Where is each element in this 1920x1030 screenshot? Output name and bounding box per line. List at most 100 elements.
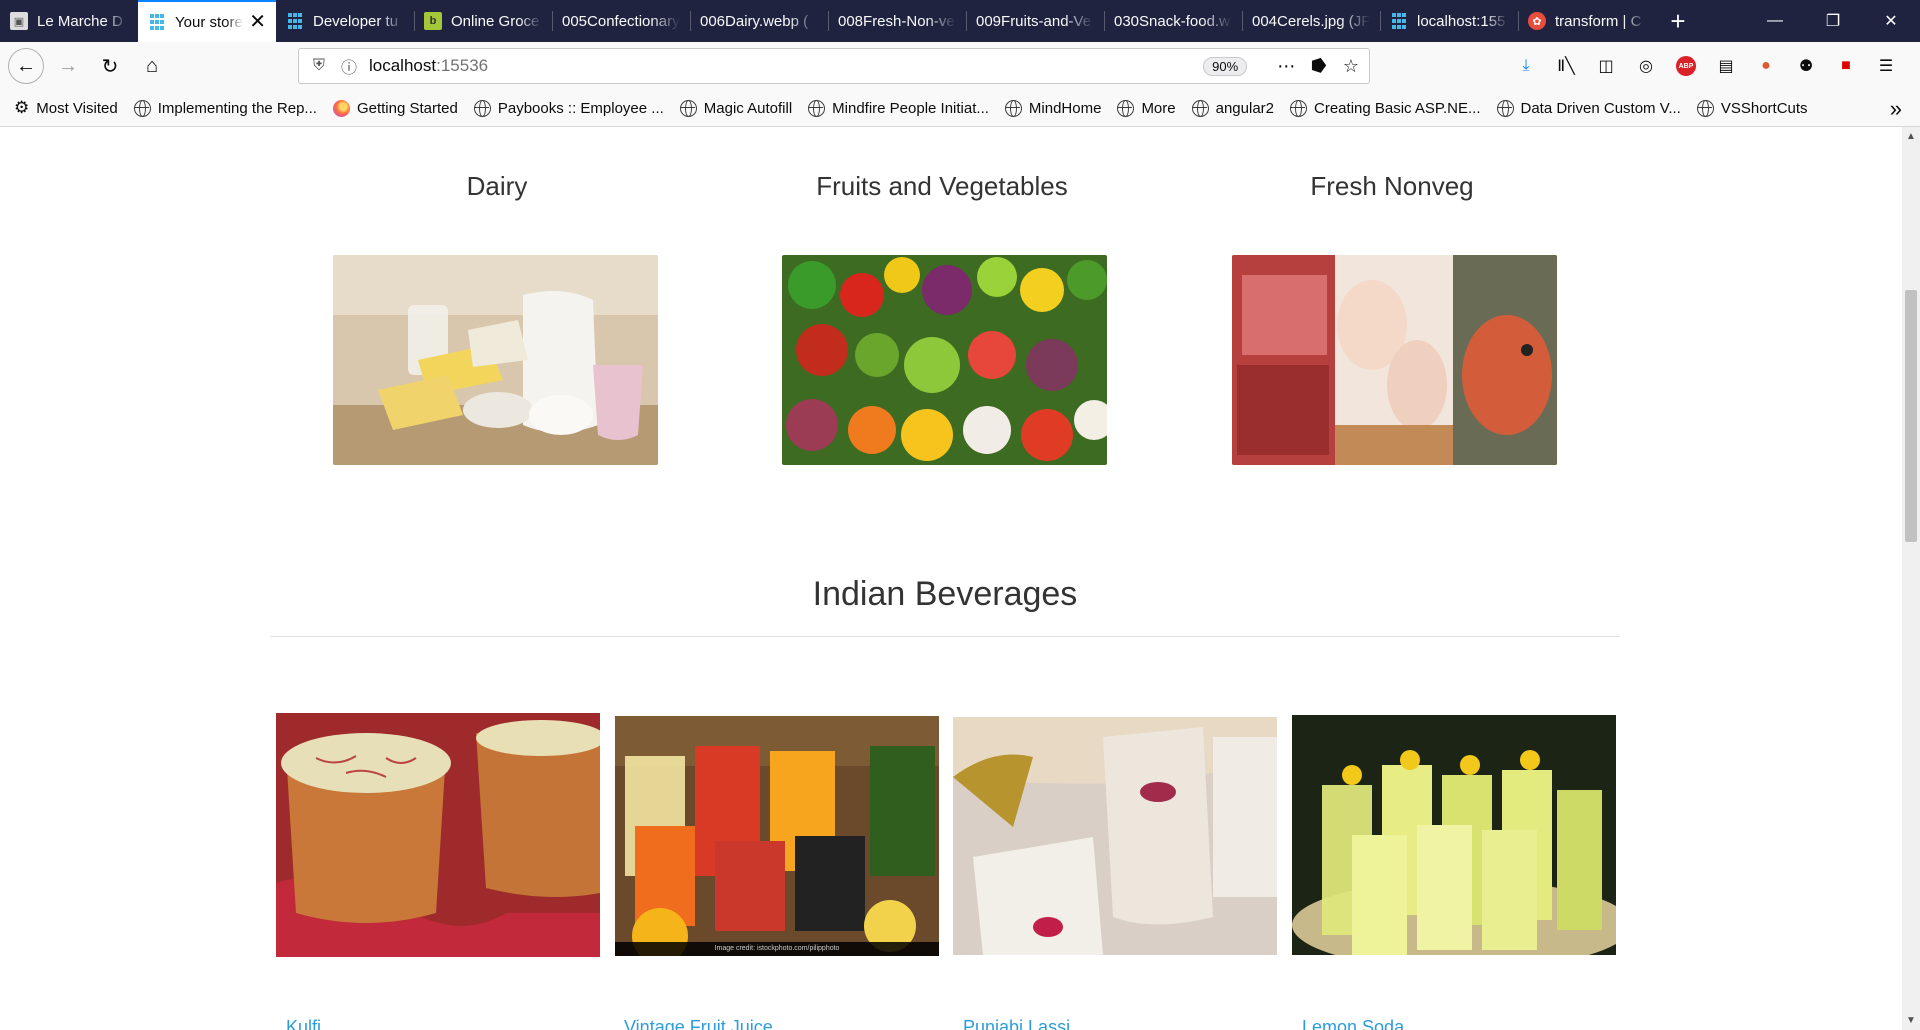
tab-strip: ▣ Le Marche D Your store ✕ Developer tu … [0,0,1920,42]
bookmark-item[interactable]: angular2 [1191,99,1274,117]
browser-tab[interactable]: Developer tu [276,0,414,42]
browser-tab[interactable]: 009Fruits-and-Ve [966,0,1104,42]
browser-tab[interactable]: 005Confectionary [552,0,690,42]
bookmark-item[interactable]: MindHome [1004,99,1101,117]
beverage-name-link[interactable]: Vintage Fruit Juice [624,1017,773,1030]
pocket-icon[interactable]: ⭓ [1311,56,1327,77]
extension-icon[interactable]: ▤ [1706,56,1746,76]
beverage-name-link[interactable]: Punjabi Lassi [963,1017,1070,1030]
back-button[interactable]: ← [8,48,44,84]
lemon-soda-image[interactable] [1292,715,1616,955]
navigation-toolbar: ← → ↻ ⌂ ⛨ ⓘ localhost:15536 90% ⋯ ⭓ ☆ ⤓ … [0,42,1920,90]
duckduckgo-icon[interactable]: ● [1746,57,1786,75]
category-title: Dairy [466,171,528,201]
browser-tab-active[interactable]: Your store ✕ [138,0,276,42]
zoom-indicator[interactable]: 90% [1203,56,1248,76]
bookmark-label: VSShortCuts [1720,99,1808,117]
kulfi-image[interactable] [276,713,600,957]
beverage-name-link[interactable]: Lemon Soda [1302,1017,1404,1030]
browser-tab[interactable]: 004Cerels.jpg (JP [1242,0,1380,42]
download-icon[interactable]: ⤓ [1506,57,1546,75]
extension-dots-icon[interactable]: ⚉ [1786,56,1826,76]
bookmark-item[interactable]: Creating Basic ASP.NE... [1290,99,1481,117]
close-tab-icon[interactable]: ✕ [249,12,266,32]
address-bar[interactable]: ⛨ ⓘ localhost:15536 90% ⋯ ⭓ ☆ [298,48,1370,84]
account-icon[interactable]: ◎ [1626,56,1666,76]
bookmarks-toolbar: ⚙ Most Visited Implementing the Rep... Ge… [0,90,1920,127]
tab-title: transform | C [1555,12,1642,30]
scroll-up-icon[interactable]: ▲ [1906,131,1916,142]
toolbar-right: ⤓ Ⅱ╲ ◫ ◎ ABP ▤ ● ⚉ ■ ☰ [1506,48,1906,84]
grid-icon [286,12,304,30]
restore-icon[interactable]: ❐ [1804,0,1862,42]
dairy-image[interactable] [333,255,658,465]
category-card-fruits-and-vegetables[interactable]: Fruits and Vegetables [717,127,1167,202]
gear-icon: ⚙ [14,98,30,117]
adblock-icon[interactable]: ABP [1666,56,1706,76]
tab-title: 006Dairy.webp ( [700,12,809,30]
scroll-down-icon[interactable]: ▼ [1906,1015,1916,1026]
forward-button[interactable]: → [50,48,86,84]
globe-icon [1117,99,1135,117]
firefox-icon [332,99,350,117]
tab-title: 008Fresh-Non-ve [838,12,955,30]
flower-icon: ✿ [1528,12,1546,30]
url-text[interactable]: localhost:15536 [369,56,1203,76]
url-port: :15536 [436,56,489,75]
bookmarks-overflow-icon[interactable]: » [1890,96,1902,122]
bookmark-item[interactable]: More [1117,99,1176,117]
page-actions-icon[interactable]: ⋯ [1277,56,1295,77]
sidebar-icon[interactable]: ◫ [1586,56,1626,76]
globe-icon [1191,99,1209,117]
info-icon[interactable]: ⓘ [339,56,359,77]
category-card-fresh-nonveg[interactable]: Fresh Nonveg [1167,127,1617,202]
bookmark-item[interactable]: Magic Autofill [679,99,792,117]
bookmark-item[interactable]: VSShortCuts [1696,99,1808,117]
category-title: Fruits and Vegetables [816,171,1068,201]
tab-title: Developer tu [313,12,399,30]
bookmark-item[interactable]: Implementing the Rep... [133,99,317,117]
category-card-dairy[interactable]: Dairy [272,127,722,202]
bookmark-item[interactable]: ⚙ Most Visited [14,98,118,118]
new-tab-button[interactable]: + [1656,0,1700,42]
fresh-nonveg-image[interactable] [1232,255,1557,465]
minimize-icon[interactable]: — [1746,0,1804,42]
bookmark-label: Creating Basic ASP.NE... [1314,99,1481,117]
fruits-and-vegetables-image[interactable] [782,255,1107,465]
tab-title: Le Marche D [37,12,123,30]
beverage-name-link[interactable]: Kulfi [286,1017,321,1030]
browser-tab[interactable]: localhost:155 [1380,0,1518,42]
browser-tab[interactable]: 008Fresh-Non-ve [828,0,966,42]
browser-tab[interactable]: ▣ Le Marche D [0,0,138,42]
bookmark-label: Getting Started [356,99,458,117]
close-window-icon[interactable]: ✕ [1862,0,1920,42]
pdf-extension-icon[interactable]: ■ [1826,57,1866,75]
bookmark-label: More [1141,99,1176,117]
image-credit: Image credit: istockphoto.com/pilipphoto [615,942,939,956]
browser-tab[interactable]: ✿ transform | C [1518,0,1656,42]
tab-title: localhost:155 [1417,12,1506,30]
browser-tab[interactable]: 006Dairy.webp ( [690,0,828,42]
page-scrollbar[interactable]: ▲ ▼ [1902,127,1920,1030]
grid-icon [148,13,166,31]
bb-icon: b [424,12,442,30]
tab-title: 030Snack-food.w [1114,12,1230,30]
shield-icon[interactable]: ⛨ [309,56,329,76]
vintage-fruit-juice-image[interactable]: Image credit: istockphoto.com/pilipphoto [615,716,939,956]
punjabi-lassi-image[interactable] [953,717,1277,955]
bookmark-item[interactable]: Data Driven Custom V... [1496,99,1681,117]
bookmark-item[interactable]: Paybooks :: Employee ... [473,99,664,117]
bookmark-label: Data Driven Custom V... [1520,99,1681,117]
tab-title: Your store [175,13,243,31]
browser-tab[interactable]: 030Snack-food.w [1104,0,1242,42]
home-button[interactable]: ⌂ [134,48,170,84]
bookmark-item[interactable]: Mindfire People Initiat... [808,99,989,117]
bookmark-item[interactable]: Getting Started [332,99,458,117]
browser-tab[interactable]: b Online Groce [414,0,552,42]
bookmark-label: Implementing the Rep... [157,99,317,117]
reload-button[interactable]: ↻ [92,48,128,84]
menu-icon[interactable]: ☰ [1866,56,1906,76]
library-icon[interactable]: Ⅱ╲ [1546,56,1586,76]
scrollbar-thumb[interactable] [1905,290,1917,542]
bookmark-star-icon[interactable]: ☆ [1343,56,1359,77]
